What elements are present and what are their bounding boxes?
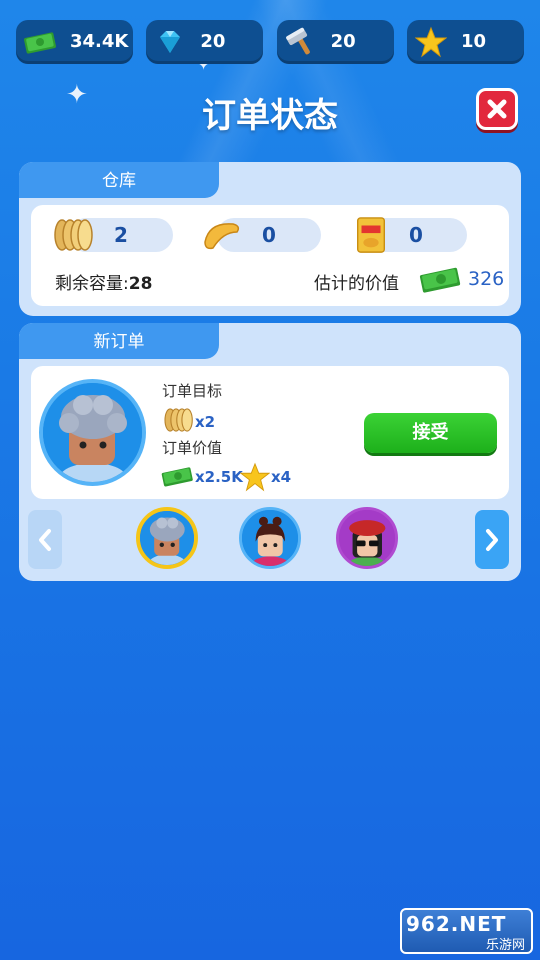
estimated-value-amount: 326	[468, 268, 505, 290]
star-icon	[414, 26, 447, 58]
new-orders-panel: 新订单 订单目标 x2 订单价值 x2.5K x4 接受	[19, 323, 521, 581]
hammer-icon	[285, 27, 310, 55]
customer-thumb-selected[interactable]	[136, 507, 198, 569]
close-button[interactable]	[476, 88, 518, 130]
watermark-bottom-text: 乐游网	[485, 938, 525, 953]
gem-icon	[160, 31, 181, 53]
hammer-value: 20	[330, 31, 356, 52]
site-watermark-logo: 962.NET 乐游网	[400, 908, 533, 954]
cash-icon	[419, 267, 461, 293]
chevron-right-icon	[486, 528, 498, 551]
star-icon	[240, 462, 270, 492]
capacity-stat: 剩余容量:28	[55, 269, 152, 294]
grandma-avatar-icon	[140, 511, 194, 565]
customer-thumb-girl[interactable]	[239, 507, 301, 569]
cash-value: 34.4K	[70, 31, 129, 52]
cash-counter[interactable]: 34.4K	[16, 20, 133, 64]
order-value-label: 订单价值	[162, 439, 223, 457]
close-icon	[487, 99, 507, 119]
order-card: 订单目标 x2 订单价值 x2.5K x4 接受	[31, 366, 509, 499]
watermark-top-text: 962.NET	[406, 912, 507, 936]
cookie-stack-icon	[164, 408, 193, 432]
customer-thumb-sunglasses[interactable]	[336, 507, 398, 569]
estimated-value-label: 估计的价值	[314, 274, 399, 294]
page-title: 订单状态	[202, 96, 338, 136]
warehouse-tab: 仓库	[19, 162, 219, 198]
next-customer-button[interactable]	[475, 510, 509, 569]
chip-icon	[204, 223, 240, 250]
star-value: 10	[460, 31, 487, 52]
warehouse-panel: 仓库 2 0 0 剩余容量:28 估计的价值 326	[19, 162, 521, 316]
customer-avatar	[39, 379, 146, 486]
new-orders-tab: 新订单	[19, 323, 219, 359]
gem-counter[interactable]: 20	[146, 20, 264, 64]
order-target-label: 订单目标	[162, 382, 223, 400]
hammer-counter[interactable]: 20	[276, 20, 394, 64]
chip-bag-icon	[356, 217, 386, 253]
cash-icon	[161, 467, 193, 487]
chevron-left-icon	[39, 528, 51, 551]
warehouse-item-chip: 0	[201, 218, 321, 252]
star-counter[interactable]: 10	[406, 20, 524, 64]
accept-button[interactable]: 接受	[364, 413, 497, 453]
prev-customer-button[interactable]	[28, 510, 62, 569]
capacity-label: 剩余容量:	[55, 274, 129, 294]
reward-cash: x2.5K	[195, 468, 243, 486]
warehouse-item-cookies: 2	[53, 218, 173, 252]
girl-avatar-icon	[242, 510, 298, 566]
warehouse-content: 2 0 0 剩余容量:28 估计的价值 326	[31, 205, 509, 306]
target-quantity: x2	[195, 413, 216, 431]
gem-value: 20	[200, 31, 226, 52]
grandma-avatar-icon	[43, 383, 142, 482]
cookie-stack-icon	[54, 219, 93, 251]
warehouse-item-chip-bag: 0	[351, 217, 467, 253]
sunglasses-avatar-icon	[339, 510, 395, 566]
capacity-value: 28	[128, 274, 153, 294]
reward-stars: x4	[271, 468, 292, 486]
cash-icon	[24, 32, 56, 54]
resource-bar: 34.4K 20 20 10	[16, 20, 524, 64]
